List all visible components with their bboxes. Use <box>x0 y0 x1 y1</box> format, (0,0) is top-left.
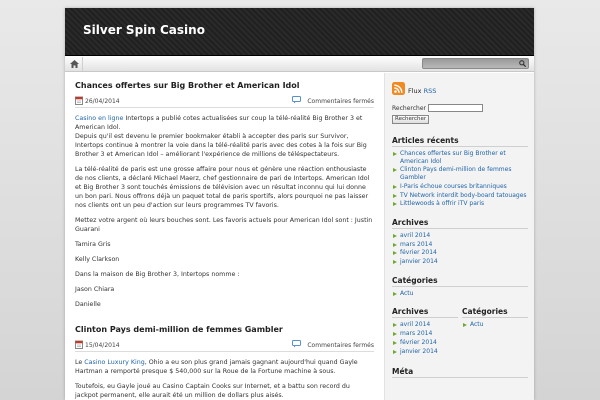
search-input[interactable] <box>428 104 483 112</box>
category-item[interactable]: Actu <box>392 290 528 298</box>
rss-prefix: Flux <box>408 87 424 95</box>
post-date: 26/04/2014 <box>85 98 120 105</box>
archive-link[interactable]: février 2014 <box>400 339 437 346</box>
site-title[interactable]: Silver Spin Casino <box>83 23 205 37</box>
archive-item[interactable]: février 2014 <box>392 339 458 347</box>
archive-link[interactable]: janvier 2014 <box>400 258 438 265</box>
rss-link[interactable]: RSS <box>424 87 437 95</box>
calendar-icon <box>75 96 83 105</box>
rss-label: Flux RSS <box>408 87 436 95</box>
recent-post-link[interactable]: I-Paris échoue courses britanniques <box>400 183 507 190</box>
post-paragraph: Dans la maison de Big Brother 3, Interto… <box>75 271 240 278</box>
post: Clinton Pays demi-million de femmes Gamb… <box>75 325 374 400</box>
post-paragraph: Le Casino Luxury King, Ohio a eu son plu… <box>75 358 374 376</box>
archive-link[interactable]: mars 2014 <box>400 241 432 248</box>
nav-bar <box>65 56 534 72</box>
archive-link[interactable]: janvier 2014 <box>400 348 438 355</box>
site-header: Silver Spin Casino <box>65 8 534 56</box>
recent-post-item[interactable]: Chances offertes sur Big Brother et Amer… <box>392 150 528 165</box>
post-paragraph: Kelly Clarkson <box>75 256 120 263</box>
comments-link[interactable]: Commentaires fermés <box>307 98 374 105</box>
post-paragraph: Jason Chiara <box>75 286 115 293</box>
home-icon <box>70 60 79 68</box>
archive-item[interactable]: avril 2014 <box>392 232 528 240</box>
categories-widget: Catégories Actu <box>392 276 528 298</box>
widget-title: Articles récents <box>392 136 528 147</box>
casino-link[interactable]: Casino en ligne <box>75 115 123 122</box>
two-column-widgets: Archives avril 2014 mars 2014 février 20… <box>392 307 528 366</box>
recent-post-item[interactable]: Clinton Pays demi-million de femmes Gamb… <box>392 166 528 181</box>
post: Chances offertes sur Big Brother et Amer… <box>75 81 374 309</box>
post-paragraph: Tamira Gris <box>75 241 111 248</box>
post-body: Casino en ligne Intertops a publié cotes… <box>75 114 374 309</box>
recent-posts-widget: Articles récents Chances offertes sur Bi… <box>392 136 528 208</box>
calendar-icon <box>75 340 83 349</box>
home-button[interactable] <box>67 57 83 71</box>
sidebar: Flux RSS Rechercher Rechercher Articles … <box>384 73 534 400</box>
recent-post-item[interactable]: Littlewoods à offrir iTV paris <box>392 200 528 208</box>
search-label: Rechercher <box>392 105 426 112</box>
recent-post-item[interactable]: I-Paris échoue courses britanniques <box>392 183 528 191</box>
category-item[interactable]: Actu <box>462 321 528 329</box>
nav-search-button[interactable] <box>517 59 527 68</box>
category-link[interactable]: Actu <box>470 321 483 328</box>
page-container: Silver Spin Casino Chances offertes sur … <box>65 8 534 400</box>
archive-item[interactable]: avril 2014 <box>392 321 458 329</box>
rss-icon[interactable] <box>392 82 405 95</box>
archive-item[interactable]: janvier 2014 <box>392 348 458 356</box>
archive-item[interactable]: janvier 2014 <box>392 258 528 266</box>
nav-search-input[interactable] <box>423 59 515 69</box>
archive-item[interactable]: mars 2014 <box>392 241 528 249</box>
post-paragraph: Casino en ligne Intertops a publié cotes… <box>75 114 374 132</box>
post-paragraph: Toutefois, eu Gayle joué au Casino Capta… <box>75 383 350 399</box>
widget-title: Catégories <box>392 276 528 287</box>
widget-title: Méta <box>392 367 528 378</box>
category-link[interactable]: Actu <box>400 290 413 297</box>
widget-title: Archives <box>392 218 528 229</box>
rss-feed: Flux RSS <box>392 82 528 98</box>
main-content: Chances offertes sur Big Brother et Amer… <box>65 73 384 400</box>
post-paragraph: La télé-réalité de paris est une grosse … <box>75 166 370 209</box>
archive-item[interactable]: février 2014 <box>392 249 528 257</box>
archive-link[interactable]: mars 2014 <box>400 330 432 337</box>
post-title[interactable]: Clinton Pays demi-million de femmes Gamb… <box>75 325 374 335</box>
archive-link[interactable]: avril 2014 <box>400 321 430 328</box>
archive-link[interactable]: avril 2014 <box>400 232 430 239</box>
search-button[interactable]: Rechercher <box>392 115 430 124</box>
archive-link[interactable]: février 2014 <box>400 249 437 256</box>
archives-widget-secondary: Archives avril 2014 mars 2014 février 20… <box>392 307 458 356</box>
sidebar-search: Rechercher Rechercher <box>392 104 528 124</box>
post-meta: 15/04/2014 Commentaires fermés <box>75 340 374 352</box>
post-title[interactable]: Chances offertes sur Big Brother et Amer… <box>75 81 374 91</box>
comment-icon <box>292 96 301 104</box>
search-icon <box>518 60 526 67</box>
categories-widget-secondary: Catégories Actu <box>462 307 528 356</box>
post-body: Le Casino Luxury King, Ohio a eu son plu… <box>75 358 374 400</box>
recent-post-link[interactable]: Clinton Pays demi-million de femmes Gamb… <box>400 166 511 181</box>
recent-post-link[interactable]: Littlewoods à offrir iTV paris <box>400 200 484 207</box>
post-paragraph: Danielle <box>75 301 101 308</box>
comment-icon <box>292 340 301 348</box>
meta-widget: Méta <box>392 367 528 378</box>
post-paragraph: Mettez votre argent où leurs bouches son… <box>75 217 373 233</box>
casino-link[interactable]: Casino Luxury King <box>84 359 144 366</box>
recent-post-link[interactable]: Chances offertes sur Big Brother et Amer… <box>400 150 506 165</box>
post-meta: 26/04/2014 Commentaires fermés <box>75 96 374 108</box>
post-date: 15/04/2014 <box>85 342 120 349</box>
paragraph-text: Le <box>75 359 85 366</box>
archive-item[interactable]: mars 2014 <box>392 330 458 338</box>
recent-post-item[interactable]: TV Network interdit body-board tatouages <box>392 192 528 200</box>
post-paragraph: Depuis qu'il est devenu le premier bookm… <box>75 133 367 158</box>
widget-title: Catégories <box>462 307 528 319</box>
comments-link[interactable]: Commentaires fermés <box>307 342 374 349</box>
recent-post-link[interactable]: TV Network interdit body-board tatouages <box>400 192 527 199</box>
widget-title: Archives <box>392 307 458 319</box>
nav-search <box>422 58 529 69</box>
archives-widget: Archives avril 2014 mars 2014 février 20… <box>392 218 528 266</box>
